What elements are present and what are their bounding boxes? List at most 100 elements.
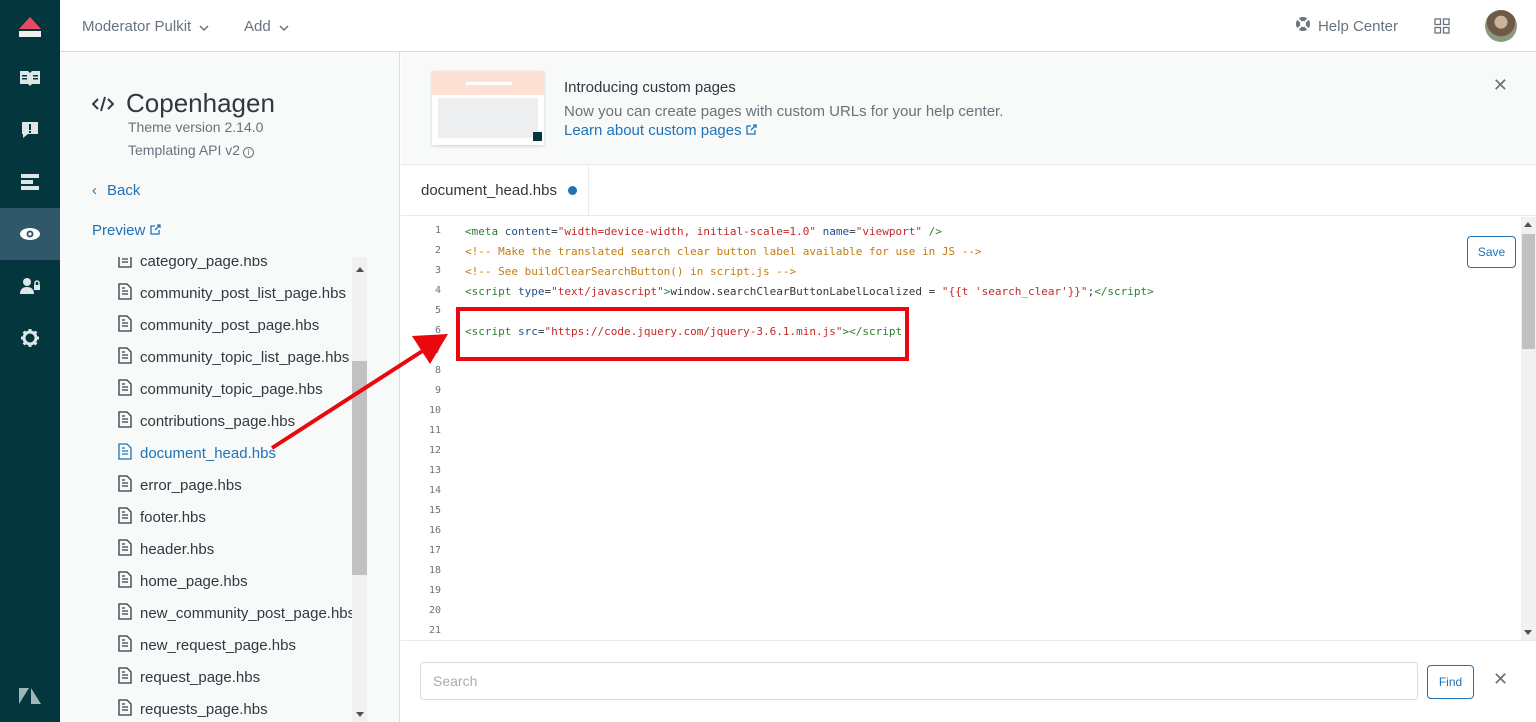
guide-book-icon[interactable] (0, 52, 60, 104)
file-list: category_page.hbs community_post_list_pag… (92, 257, 367, 722)
file-item[interactable]: community_post_page.hbs (118, 309, 319, 341)
account-menu[interactable]: Moderator Pulkit (82, 0, 209, 52)
search-bar: Find ✕ (401, 640, 1536, 722)
product-tray-icon[interactable] (1434, 18, 1450, 39)
theme-files-panel: Copenhagen Theme version 2.14.0 Templati… (60, 52, 400, 722)
file-name: contributions_page.hbs (140, 412, 296, 430)
eye-icon[interactable] (0, 208, 60, 260)
file-item[interactable]: contributions_page.hbs (118, 405, 295, 437)
templating-api: Templating API v2 i (128, 142, 255, 158)
file-item[interactable]: home_page.hbs (118, 565, 248, 597)
editor-scrollbar[interactable] (1521, 217, 1536, 640)
preview-label: Preview (92, 222, 146, 239)
line-number: 9 (434, 385, 441, 396)
zendesk-logo-icon[interactable] (0, 0, 60, 52)
list-icon[interactable] (0, 156, 60, 208)
file-icon (118, 410, 140, 432)
line-number: 11 (428, 425, 441, 436)
add-menu[interactable]: Add (244, 0, 289, 52)
file-icon (118, 538, 140, 560)
line-number: 14 (428, 485, 441, 496)
file-icon (118, 474, 140, 496)
file-icon (118, 634, 140, 656)
back-label: Back (107, 182, 141, 199)
file-item[interactable]: community_topic_list_page.hbs (118, 341, 349, 373)
top-bar: Moderator Pulkit Add Help Center (60, 0, 1536, 52)
code-editor[interactable]: 1 2 3 4 5 6 7 8 9 10 11 12 13 14 15 16 17 18 19 20 21 <meta … (401, 217, 1536, 640)
file-item[interactable]: request_page.hbs (118, 661, 260, 693)
custom-pages-illustration (432, 71, 544, 145)
line-number: 18 (428, 565, 441, 576)
close-icon[interactable]: ✕ (1493, 75, 1508, 96)
file-item[interactable]: new_community_post_page.hbs (118, 597, 355, 629)
scroll-down-arrow[interactable] (356, 712, 364, 717)
close-icon[interactable]: ✕ (1493, 669, 1508, 690)
preview-link[interactable]: Preview (92, 222, 161, 239)
account-menu-label: Moderator Pulkit (82, 17, 192, 35)
file-item[interactable]: new_request_page.hbs (118, 629, 296, 661)
line-number: 21 (428, 625, 441, 636)
file-icon (118, 506, 140, 528)
line-number: 2 (434, 245, 441, 256)
file-name: new_request_page.hbs (140, 636, 296, 654)
zendesk-z-icon[interactable] (0, 670, 60, 722)
tab-document-head[interactable]: document_head.hbs (401, 165, 589, 216)
file-name: home_page.hbs (140, 572, 248, 590)
templating-api-label: Templating API v2 (128, 142, 241, 158)
file-item[interactable]: header.hbs (118, 533, 214, 565)
line-number: 4 (434, 285, 441, 296)
file-name: community_post_list_page.hbs (140, 284, 346, 302)
tab-label: document_head.hbs (421, 182, 557, 199)
file-icon (118, 602, 140, 624)
line-number: 5 (434, 305, 441, 316)
line-number: 6 (434, 325, 441, 336)
avatar[interactable] (1485, 10, 1517, 42)
editor-area: Introducing custom pages Now you can cre… (401, 52, 1536, 722)
file-item[interactable]: error_page.hbs (118, 469, 242, 501)
file-item[interactable]: document_head.hbs (118, 437, 276, 469)
save-button[interactable]: Save (1467, 236, 1516, 268)
line-number: 20 (428, 605, 441, 616)
file-item[interactable]: category_page.hbs (118, 257, 268, 277)
line-number: 1 (434, 225, 441, 236)
file-icon (118, 257, 140, 272)
search-input[interactable] (420, 662, 1418, 700)
line-number: 16 (428, 525, 441, 536)
file-item[interactable]: footer.hbs (118, 501, 206, 533)
scroll-down-arrow[interactable] (1524, 630, 1532, 635)
code-icon (91, 88, 126, 119)
line-number: 17 (428, 545, 441, 556)
theme-title: Copenhagen (91, 88, 275, 119)
line-number: 8 (434, 365, 441, 376)
scroll-thumb[interactable] (1522, 234, 1535, 349)
chevron-left-icon: ‹ (92, 182, 97, 199)
file-name: request_page.hbs (140, 668, 261, 686)
product-rail (0, 0, 60, 722)
file-item[interactable]: community_topic_page.hbs (118, 373, 323, 405)
file-list-scrollbar[interactable] (352, 257, 367, 722)
user-permissions-icon[interactable] (0, 260, 60, 312)
find-button[interactable]: Find (1427, 665, 1474, 699)
gear-icon[interactable] (0, 312, 60, 364)
line-number: 13 (428, 465, 441, 476)
file-name: requests_page.hbs (140, 700, 268, 718)
back-link[interactable]: ‹ Back (92, 182, 140, 199)
alert-icon[interactable] (0, 104, 60, 156)
line-number: 7 (434, 345, 441, 356)
file-name: error_page.hbs (140, 476, 242, 494)
scroll-up-arrow[interactable] (356, 267, 364, 272)
file-name: community_topic_list_page.hbs (140, 348, 350, 366)
file-icon (118, 442, 140, 464)
file-item[interactable]: community_post_list_page.hbs (118, 277, 346, 309)
scroll-thumb[interactable] (352, 361, 367, 575)
file-icon (118, 570, 140, 592)
file-icon (118, 698, 140, 720)
info-icon[interactable]: i (243, 147, 255, 158)
external-link-icon (746, 122, 757, 139)
scroll-up-arrow[interactable] (1524, 222, 1532, 227)
help-center-link[interactable]: Help Center (1295, 0, 1398, 52)
file-name: footer.hbs (140, 508, 206, 526)
banner-link[interactable]: Learn about custom pages (564, 122, 757, 139)
lifebuoy-icon (1295, 16, 1318, 36)
file-item[interactable]: requests_page.hbs (118, 693, 268, 722)
